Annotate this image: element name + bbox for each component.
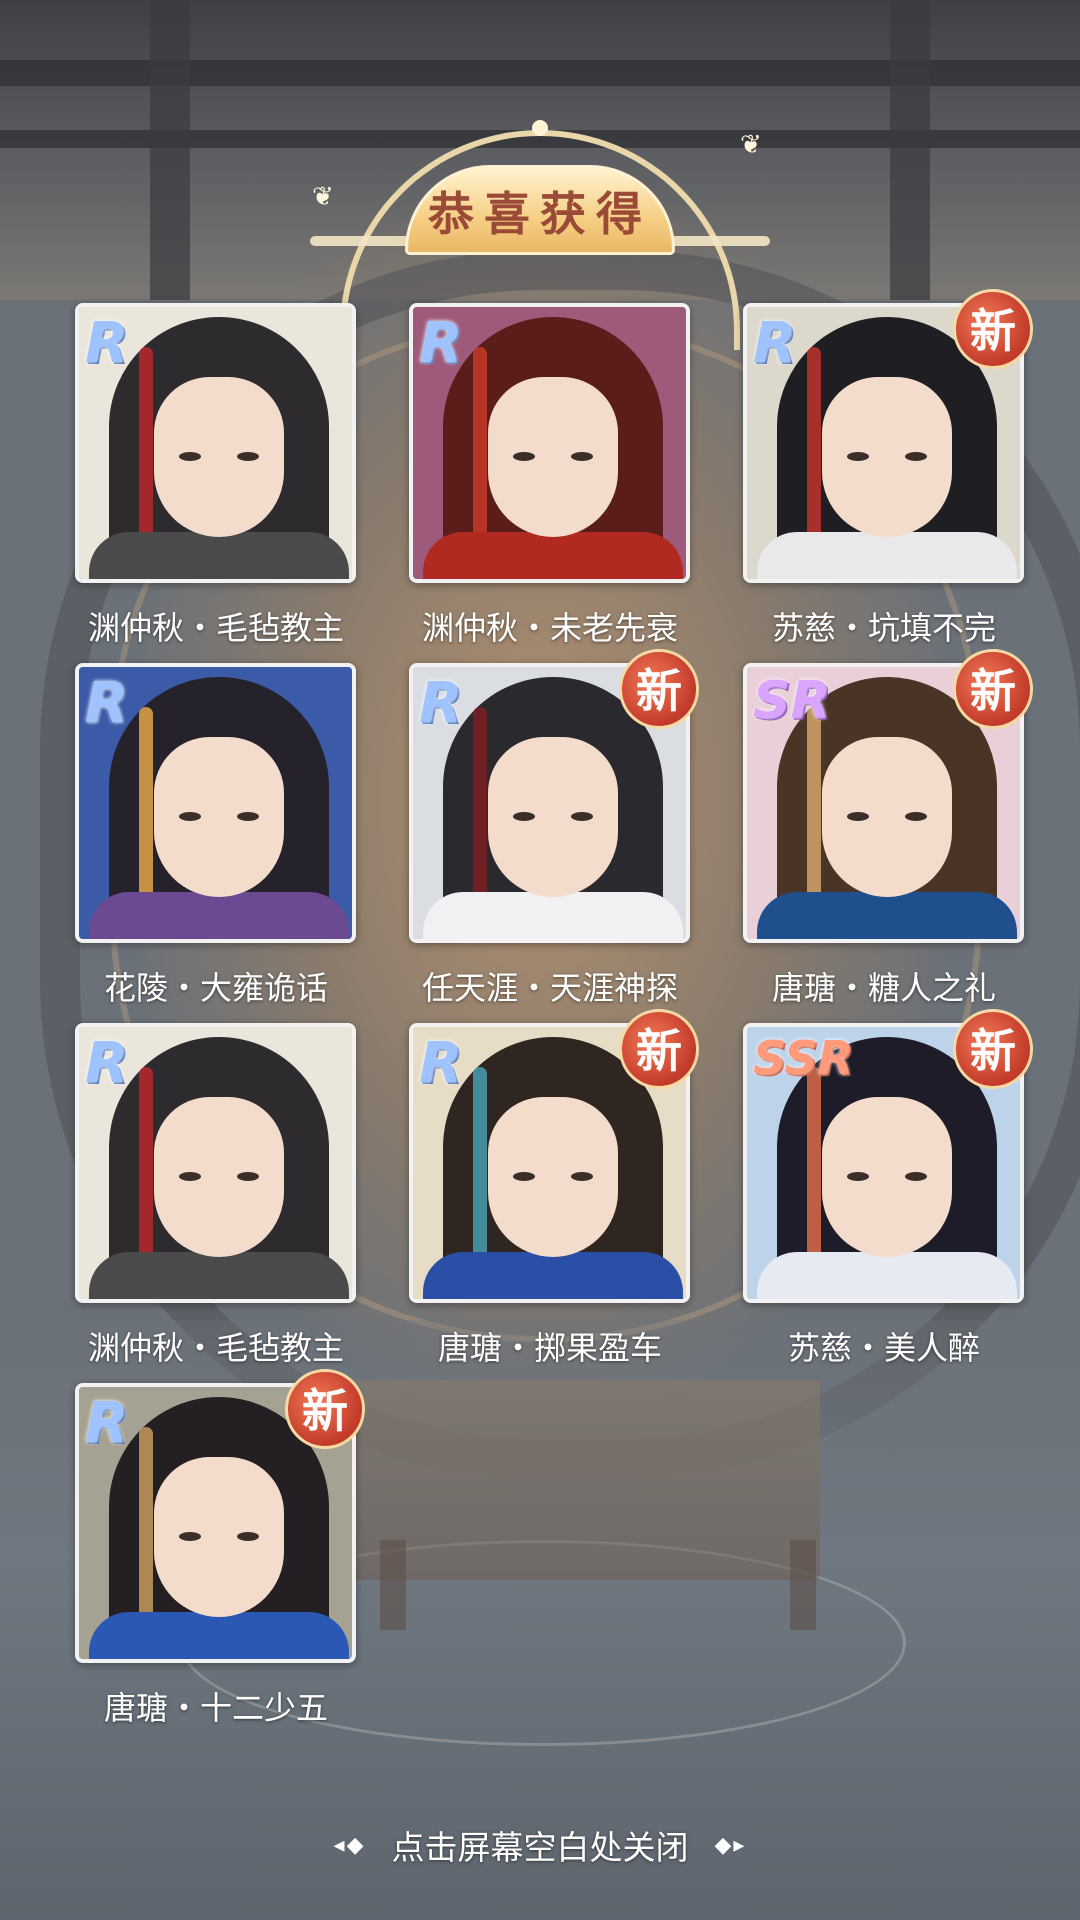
portrait-eye bbox=[571, 452, 593, 461]
portrait-face bbox=[822, 1097, 952, 1257]
rarity-badge: R bbox=[85, 311, 129, 376]
new-badge: 新 bbox=[953, 1009, 1033, 1089]
rarity-badge: R bbox=[419, 1031, 463, 1096]
portrait-eye bbox=[179, 1172, 201, 1181]
card-name: 唐瑭・十二少五 bbox=[103, 1689, 328, 1727]
butterfly-icon: ❦ bbox=[740, 130, 762, 160]
ornament-right-icon: ◆▸ bbox=[714, 1832, 747, 1858]
portrait-eye bbox=[179, 812, 201, 821]
portrait-robe bbox=[89, 1612, 349, 1659]
portrait-eye bbox=[179, 1532, 201, 1541]
new-badge: 新 bbox=[285, 1369, 365, 1449]
portrait-face bbox=[154, 1457, 284, 1617]
card-name: 苏慈・坑填不完 bbox=[771, 609, 996, 647]
portrait-robe bbox=[423, 532, 683, 579]
card-name: 渊仲秋・未老先衰 bbox=[421, 609, 678, 647]
rarity-badge: R bbox=[85, 1391, 129, 1456]
banner-ornament bbox=[532, 120, 548, 136]
portrait-face bbox=[822, 737, 952, 897]
portrait-eye bbox=[237, 452, 259, 461]
reward-card[interactable]: R bbox=[75, 663, 356, 943]
portrait-eye bbox=[905, 1172, 927, 1181]
rarity-badge: SR bbox=[753, 671, 831, 731]
portrait-eye bbox=[237, 1532, 259, 1541]
portrait-eye bbox=[513, 812, 535, 821]
card-name: 任天涯・天涯神探 bbox=[421, 969, 678, 1007]
close-hint[interactable]: ◂◆ 点击屏幕空白处关闭 ◆▸ bbox=[0, 1820, 1080, 1870]
new-badge: 新 bbox=[953, 289, 1033, 369]
portrait-eye bbox=[237, 812, 259, 821]
butterfly-icon: ❦ bbox=[312, 182, 334, 212]
portrait-face bbox=[154, 737, 284, 897]
ornament-left-icon: ◂◆ bbox=[333, 1832, 366, 1858]
portrait-eye bbox=[237, 1172, 259, 1181]
new-badge: 新 bbox=[619, 1009, 699, 1089]
portrait-face bbox=[822, 377, 952, 537]
portrait-face bbox=[154, 1097, 284, 1257]
portrait-eye bbox=[905, 812, 927, 821]
card-name: 渊仲秋・毛毡教主 bbox=[87, 1329, 344, 1367]
portrait-robe bbox=[757, 1252, 1017, 1299]
portrait-face bbox=[488, 1097, 618, 1257]
portrait-robe bbox=[89, 532, 349, 579]
bench-leg bbox=[790, 1540, 816, 1630]
new-badge: 新 bbox=[619, 649, 699, 729]
card-name: 苏慈・美人醉 bbox=[787, 1329, 980, 1367]
portrait-robe bbox=[89, 892, 349, 939]
bench bbox=[350, 1380, 820, 1580]
portrait-face bbox=[154, 377, 284, 537]
rarity-badge: R bbox=[419, 311, 463, 376]
rarity-badge: R bbox=[753, 311, 797, 376]
close-hint-text: 点击屏幕空白处关闭 bbox=[391, 1828, 689, 1867]
portrait-face bbox=[488, 737, 618, 897]
card-name: 渊仲秋・毛毡教主 bbox=[87, 609, 344, 647]
portrait-eye bbox=[179, 452, 201, 461]
rarity-badge: R bbox=[419, 671, 463, 736]
title-banner: 恭喜获得 ❦ ❦ bbox=[310, 120, 770, 350]
portrait-eye bbox=[847, 1172, 869, 1181]
portrait-robe bbox=[423, 892, 683, 939]
card-name: 唐瑭・糖人之礼 bbox=[771, 969, 996, 1007]
rarity-badge: R bbox=[85, 671, 129, 736]
portrait-eye bbox=[905, 452, 927, 461]
bench-leg bbox=[380, 1540, 406, 1630]
page-title: 恭喜获得 bbox=[428, 187, 652, 241]
portrait-eye bbox=[571, 1172, 593, 1181]
portrait-eye bbox=[513, 452, 535, 461]
portrait-face bbox=[488, 377, 618, 537]
reward-card[interactable]: R bbox=[409, 303, 690, 583]
portrait-eye bbox=[847, 452, 869, 461]
card-name: 花陵・大雍诡话 bbox=[103, 969, 328, 1007]
portrait-robe bbox=[89, 1252, 349, 1299]
portrait-robe bbox=[757, 892, 1017, 939]
portrait-eye bbox=[513, 1172, 535, 1181]
rarity-badge: R bbox=[85, 1031, 129, 1096]
card-name: 唐瑭・掷果盈车 bbox=[437, 1329, 662, 1367]
portrait-eye bbox=[847, 812, 869, 821]
portrait-robe bbox=[423, 1252, 683, 1299]
reward-card[interactable]: R bbox=[75, 303, 356, 583]
rarity-badge: SSR bbox=[753, 1031, 854, 1085]
reward-card[interactable]: R bbox=[75, 1023, 356, 1303]
new-badge: 新 bbox=[953, 649, 1033, 729]
portrait-robe bbox=[757, 532, 1017, 579]
portrait-eye bbox=[571, 812, 593, 821]
